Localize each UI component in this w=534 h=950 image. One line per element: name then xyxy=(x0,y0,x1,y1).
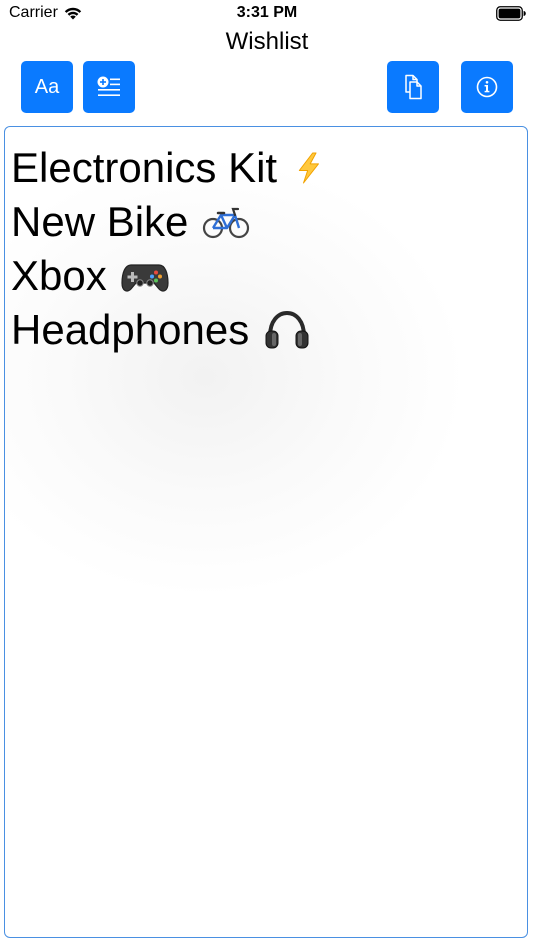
item-text: Headphones xyxy=(11,306,250,353)
list-item: Headphones xyxy=(11,303,521,357)
item-text: Electronics Kit xyxy=(11,144,278,191)
copy-document-icon xyxy=(405,74,422,100)
info-button[interactable] xyxy=(461,61,513,113)
list-item: New Bike xyxy=(11,195,521,249)
status-time: 3:31 PM xyxy=(236,4,298,21)
font-size-button[interactable]: Aa xyxy=(21,61,73,113)
bicycle-icon xyxy=(203,207,250,239)
item-text: New Bike xyxy=(11,198,189,245)
add-item-button[interactable] xyxy=(83,61,135,113)
wishlist-text-editor[interactable]: Electronics Kit New Bike Xbox Headphones xyxy=(4,126,528,938)
add-list-icon xyxy=(97,76,120,96)
item-text: Xbox xyxy=(11,252,107,299)
app-screen: Carrier 3:31 PM Wishlist Aa Electronics … xyxy=(0,0,534,950)
list-item: Electronics Kit xyxy=(11,141,521,195)
info-icon xyxy=(476,76,498,98)
page-title: Wishlist xyxy=(225,28,309,55)
headphones-icon xyxy=(265,310,309,349)
battery-icon xyxy=(496,6,526,21)
lightning-icon xyxy=(298,152,320,184)
font-size-icon: Aa xyxy=(34,75,60,98)
copy-button[interactable] xyxy=(387,61,439,113)
status-bar: Carrier 3:31 PM xyxy=(0,0,534,28)
list-item: Xbox xyxy=(11,249,521,303)
game-controller-icon xyxy=(121,264,169,292)
